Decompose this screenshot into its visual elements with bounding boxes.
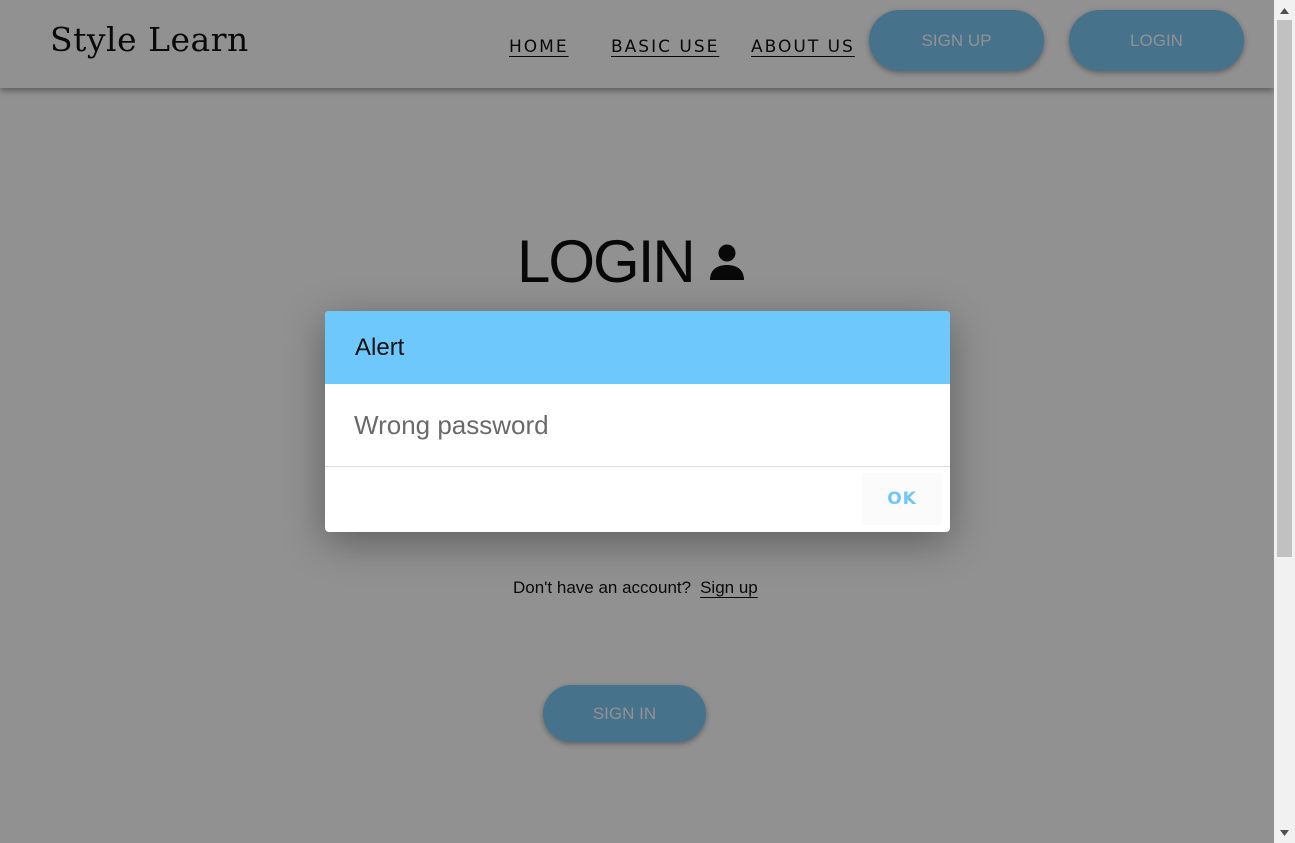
ok-button[interactable]: OK — [862, 473, 942, 525]
dialog-title: Alert — [355, 333, 405, 361]
dialog-message: Wrong password — [354, 409, 549, 440]
dialog-body: Wrong password — [325, 384, 950, 467]
triangle-down-icon[interactable] — [1274, 824, 1295, 841]
dialog-footer: OK — [325, 467, 950, 532]
scrollbar-thumb[interactable] — [1277, 20, 1292, 557]
dialog-header: Alert — [325, 311, 950, 384]
scrollbar[interactable] — [1274, 0, 1295, 843]
triangle-up-icon[interactable] — [1274, 2, 1295, 19]
alert-dialog: Alert Wrong password OK — [325, 311, 950, 532]
